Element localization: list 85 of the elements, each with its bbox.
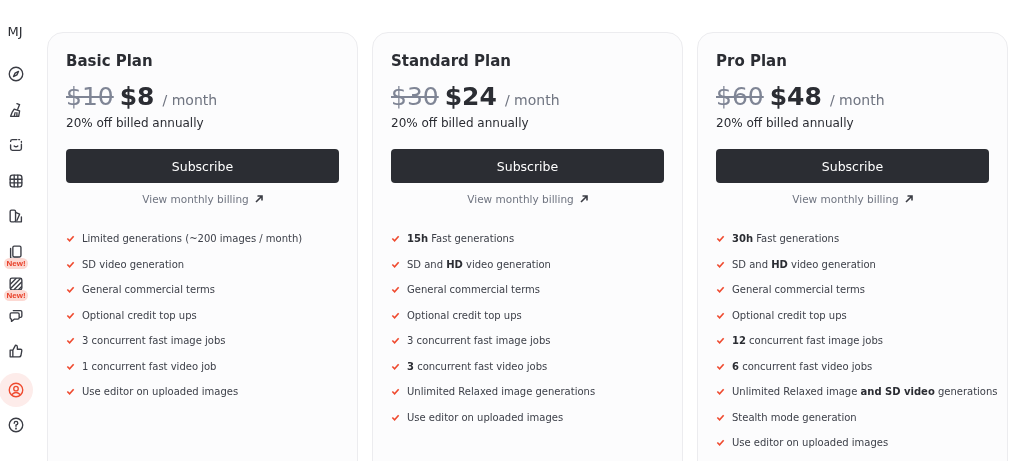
check-icon [716,361,725,371]
feature-text: Optional credit top ups [407,309,522,321]
check-icon [716,310,725,320]
plan-name: Basic Plan [66,52,153,70]
price: $8 [119,82,155,111]
feature-text: 1 concurrent fast video job [82,360,217,372]
help-icon [7,415,25,434]
check-icon [66,259,75,269]
sidebar-item[interactable]: New! [1,236,31,269]
sidebar-item[interactable]: New! [1,268,31,301]
period: / month [829,92,885,108]
user-icon [7,380,25,399]
price: $24 [444,82,497,111]
new-badge: New! [4,289,28,301]
feature-text: 3 concurrent fast image jobs [82,335,226,347]
check-icon [391,234,400,244]
check-icon [391,285,400,295]
price: $48 [769,82,822,111]
plan-name: Pro Plan [716,52,787,70]
check-icon [391,412,400,422]
check-icon [716,234,725,244]
check-icon [716,438,725,448]
check-icon [391,361,400,371]
logo[interactable]: MJ [7,24,23,39]
check-icon [391,259,400,269]
feature-text: SD and HD video generation [407,258,551,270]
check-icon [66,387,75,397]
check-icon [391,387,400,397]
old-price: $60 [716,82,764,111]
old-price: $30 [391,82,439,111]
monthly-billing-link[interactable]: View monthly billing [467,193,574,205]
plan-name: Standard Plan [391,52,511,70]
feature-text: 3 concurrent fast image jobs [407,335,551,347]
check-icon [66,361,75,371]
feature-text: SD and HD video generation [732,258,876,270]
feature-text: General commercial terms [732,284,866,296]
grid-icon [7,171,25,190]
feature-text: 3 concurrent fast video jobs [407,360,548,372]
feature-text: Use editor on uploaded images [407,411,564,423]
period: / month [162,92,218,108]
subscribe-button[interactable]: Subscribe [716,149,989,183]
compass-icon [7,65,25,83]
check-icon [391,310,400,320]
feature-text: 15h Fast generations [407,233,515,245]
feature-text: Unlimited Relaxed image and SD video generations [732,386,998,398]
check-icon [391,336,400,346]
feature-text: Optional credit top ups [82,309,197,321]
thumbs-up-icon [7,342,25,360]
discount-note: 20% off billed annually [716,116,854,130]
feature-text: Stealth mode generation [732,411,857,423]
monthly-billing-link[interactable]: View monthly billing [792,193,899,205]
palette-icon [7,207,25,225]
arrow-icon [579,195,588,203]
check-icon [716,387,725,397]
feature-text: SD video generation [82,258,185,270]
feature-text: 6 concurrent fast video jobs [732,360,873,372]
check-icon [66,336,75,346]
old-price: $10 [66,82,114,111]
period: / month [504,92,560,108]
subscribe-button[interactable]: Subscribe [391,149,664,183]
feature-text: 12 concurrent fast image jobs [732,335,884,347]
check-icon [716,259,725,269]
check-icon [716,285,725,295]
subscribe-button[interactable]: Subscribe [66,149,339,183]
new-badge: New! [4,257,28,269]
arrow-icon [904,195,913,203]
discount-note: 20% off billed annually [391,116,529,130]
feature-text: Unlimited Relaxed image generations [407,386,596,398]
monthly-billing-link[interactable]: View monthly billing [142,193,249,205]
check-icon [66,310,75,320]
feature-text: Use editor on uploaded images [732,437,889,449]
check-icon [66,234,75,244]
pattern-icon [7,274,25,293]
check-icon [716,412,725,422]
feature-text: Optional credit top ups [732,309,847,321]
feature-text: 30h Fast generations [732,233,840,245]
feature-text: General commercial terms [407,284,541,296]
feature-text: General commercial terms [82,284,216,296]
feature-text: Use editor on uploaded images [82,386,239,398]
check-icon [66,285,75,295]
discount-note: 20% off billed annually [66,116,204,130]
sticker-icon [7,136,25,154]
feature-text: Limited generations (~200 images / month) [82,233,303,245]
check-icon [716,336,725,346]
arrow-icon [254,195,263,203]
